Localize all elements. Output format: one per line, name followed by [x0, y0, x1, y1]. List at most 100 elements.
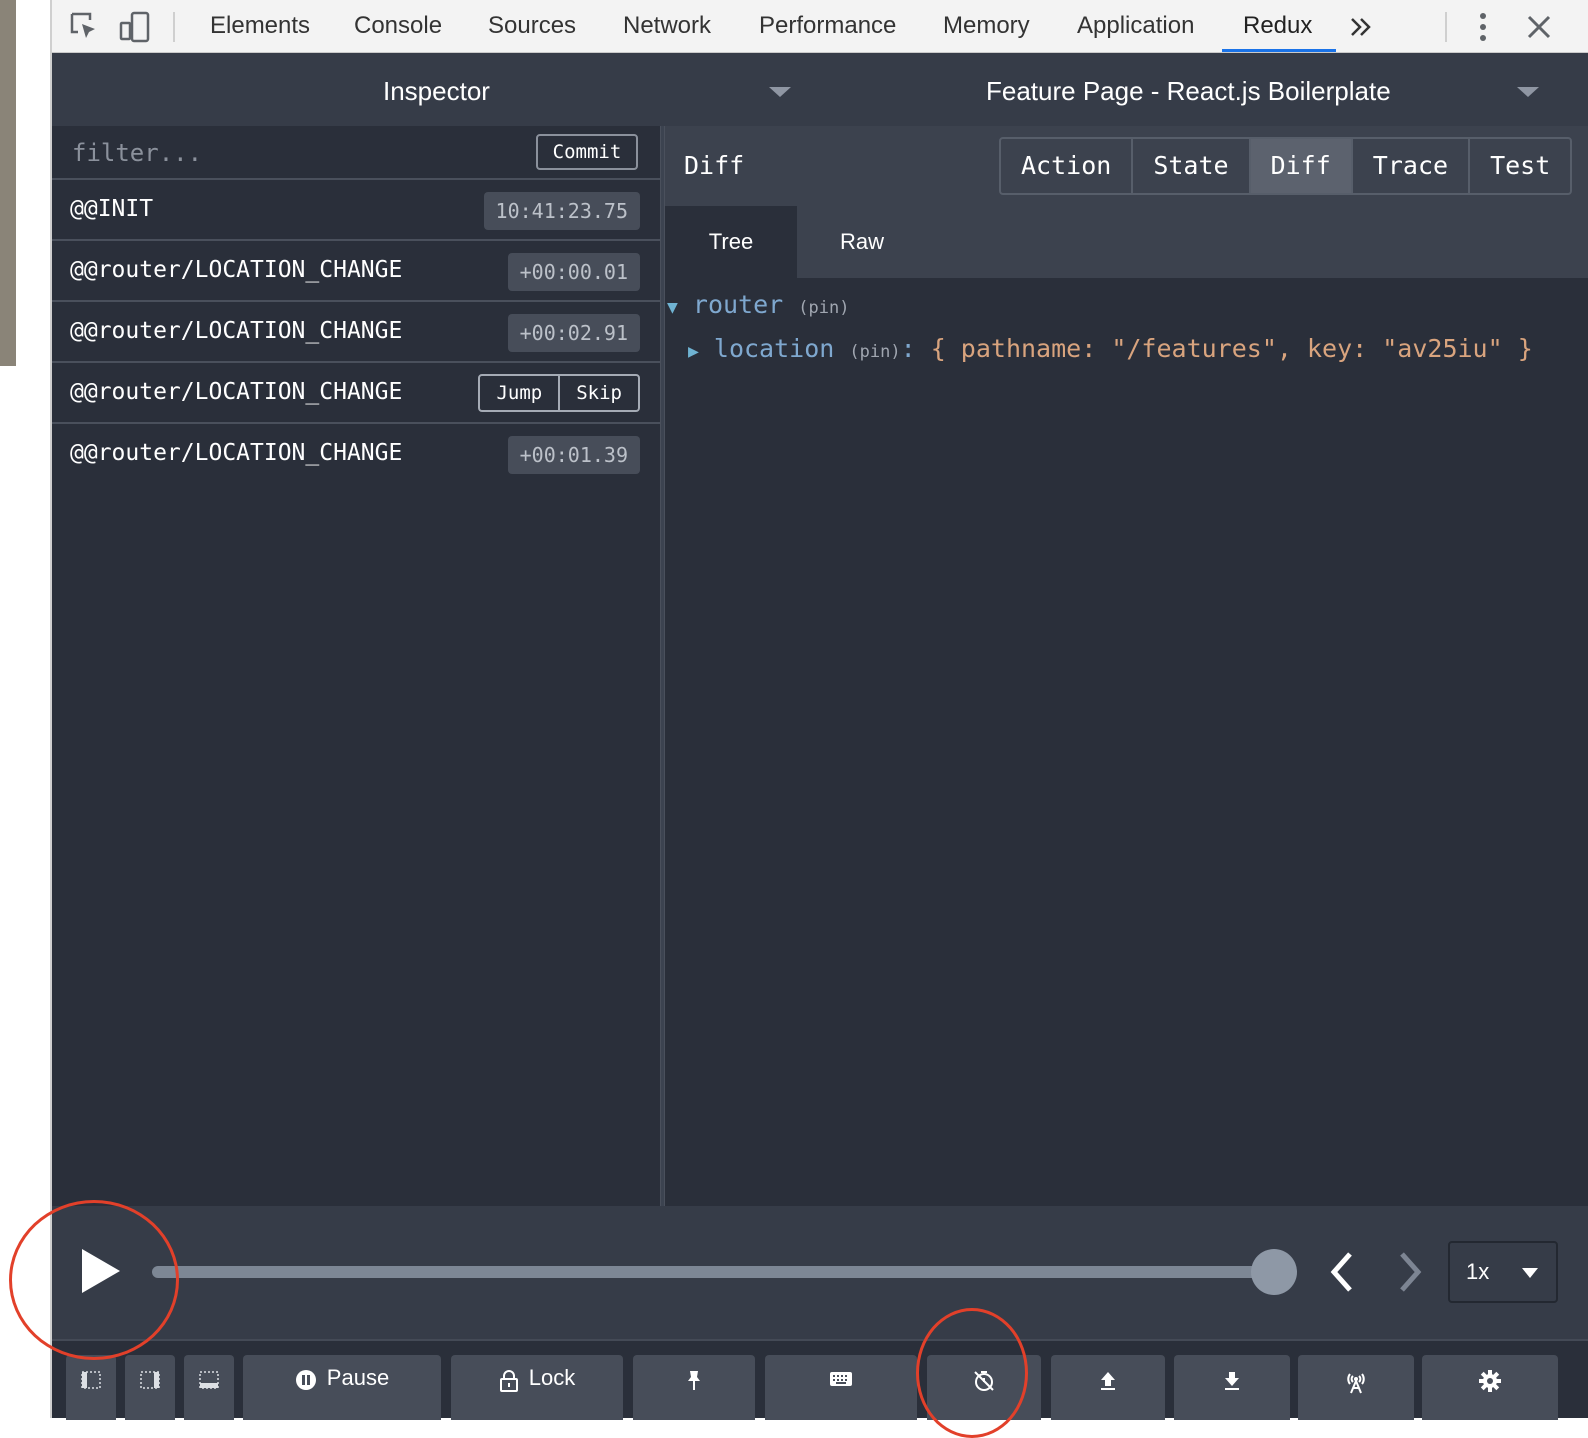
action-name: @@router/LOCATION_CHANGE [70, 257, 403, 283]
action-time: +00:01.39 [507, 436, 640, 474]
slider-track[interactable] [152, 1266, 1282, 1278]
tab-test[interactable]: Test [1468, 139, 1570, 193]
device-toolbar-icon[interactable] [118, 10, 152, 44]
step-back-icon[interactable] [1326, 1250, 1356, 1302]
skip-button[interactable]: Skip [558, 376, 638, 410]
export-button[interactable] [1051, 1355, 1165, 1420]
keyboard-shortcuts-button[interactable] [765, 1355, 917, 1420]
close-icon[interactable] [1522, 10, 1556, 44]
lock-icon [499, 1370, 518, 1392]
caret-down-icon[interactable]: ▼ [667, 297, 678, 318]
filter-row: Commit [52, 126, 660, 180]
remote-antenna-icon [1347, 1373, 1365, 1394]
action-item[interactable]: @@router/LOCATION_CHANGE Jump Skip [52, 363, 660, 424]
tree-key: location [713, 334, 835, 363]
tab-action[interactable]: Action [1001, 139, 1131, 193]
import-button[interactable] [1174, 1355, 1290, 1420]
toolbar-separator [173, 12, 175, 42]
tree-colon: : [900, 334, 916, 363]
download-icon [1225, 1372, 1239, 1390]
action-item[interactable]: @@router/LOCATION_CHANGE +00:01.39 [52, 424, 660, 485]
jump-button[interactable]: Jump [480, 376, 558, 410]
tab-sources[interactable]: Sources [488, 0, 576, 52]
remote-button[interactable] [1298, 1355, 1414, 1420]
action-preview-panel: Diff Action State Diff Trace Test Tree R… [665, 126, 1588, 1206]
action-item[interactable]: @@router/LOCATION_CHANGE +00:02.91 [52, 302, 660, 363]
pause-button[interactable]: Pause [243, 1355, 441, 1420]
tab-elements[interactable]: Elements [210, 0, 310, 52]
tree-node-router[interactable]: ▼ router (pin) [667, 290, 849, 319]
action-list-panel: Commit @@INIT 10:41:23.75 @@router/LOCAT… [52, 126, 660, 1206]
tree-key: router [692, 290, 784, 319]
filter-input[interactable] [70, 132, 524, 174]
commit-button[interactable]: Commit [536, 134, 638, 170]
pin-link[interactable]: (pin) [849, 342, 900, 362]
tab-memory[interactable]: Memory [943, 0, 1030, 52]
monitor-select[interactable]: Inspector [383, 53, 490, 126]
step-forward-icon[interactable] [1396, 1250, 1426, 1302]
tree-node-location[interactable]: ▶ location (pin): { pathname: "/features… [688, 334, 1533, 363]
pin-link[interactable]: (pin) [798, 298, 849, 318]
dock-bottom-button[interactable] [184, 1355, 234, 1420]
dock-right-button[interactable] [125, 1355, 175, 1420]
tab-diff[interactable]: Diff [1248, 139, 1351, 193]
action-name: @@router/LOCATION_CHANGE [70, 440, 403, 466]
action-item[interactable]: @@INIT 10:41:23.75 [52, 180, 660, 241]
lock-button[interactable]: Lock [451, 1355, 623, 1420]
background-page-strip [0, 0, 16, 366]
tab-network[interactable]: Network [623, 0, 711, 52]
pause-icon [295, 1370, 316, 1390]
kebab-menu-icon[interactable] [1466, 10, 1500, 44]
speed-value: 1x [1466, 1259, 1490, 1284]
devtools-tab-bar: Elements Console Sources Network Perform… [52, 0, 1588, 53]
jump-skip-group: Jump Skip [478, 374, 640, 412]
speed-select[interactable]: 1x [1448, 1241, 1558, 1303]
redux-devtools: Inspector Feature Page - React.js Boiler… [52, 53, 1588, 1420]
annotation-circle-play [9, 1200, 179, 1360]
preview-title: Diff [684, 151, 745, 180]
action-name: @@INIT [70, 196, 154, 222]
action-time: 10:41:23.75 [483, 192, 640, 230]
slider-thumb[interactable] [1251, 1249, 1297, 1295]
instance-header: Inspector Feature Page - React.js Boiler… [52, 53, 1588, 126]
tab-console[interactable]: Console [354, 0, 442, 52]
preview-mode-tabs: Action State Diff Trace Test [999, 137, 1573, 195]
double-chevron-right-icon[interactable] [1346, 12, 1380, 46]
persist-button[interactable] [633, 1355, 755, 1420]
bottom-toolbar: Pause Lock [52, 1339, 1588, 1420]
slider-monitor: 1x [52, 1206, 1588, 1339]
inspect-element-icon[interactable] [68, 10, 102, 44]
upload-icon [1101, 1372, 1115, 1390]
tab-redux[interactable]: Redux [1243, 0, 1312, 52]
chevron-down-icon [1522, 1268, 1538, 1278]
keyboard-icon [830, 1372, 852, 1386]
lock-label: Lock [528, 1365, 576, 1390]
dock-left-button[interactable] [66, 1355, 116, 1420]
tab-state[interactable]: State [1131, 139, 1248, 193]
chevron-down-icon[interactable] [1517, 87, 1539, 97]
annotation-circle-timer [916, 1308, 1028, 1438]
toolbar-separator [1445, 12, 1447, 42]
tree-value: { pathname: "/features", key: "av25iu" } [930, 334, 1533, 363]
instance-select[interactable]: Feature Page - React.js Boilerplate [986, 53, 1391, 126]
dock-bottom-icon [199, 1371, 219, 1389]
tab-raw[interactable]: Raw [797, 206, 927, 278]
chevron-down-icon[interactable] [769, 87, 791, 97]
gear-icon [1479, 1370, 1501, 1392]
tab-application[interactable]: Application [1077, 0, 1194, 52]
page-margin [16, 0, 52, 1418]
preview-header: Diff Action State Diff Trace Test [665, 126, 1588, 206]
action-time: +00:02.91 [507, 314, 640, 352]
pin-icon [688, 1371, 700, 1390]
action-time: +00:00.01 [507, 253, 640, 291]
action-name: @@router/LOCATION_CHANGE [70, 318, 403, 344]
settings-button[interactable] [1422, 1355, 1558, 1420]
tab-tree[interactable]: Tree [665, 206, 797, 278]
tab-performance[interactable]: Performance [759, 0, 896, 52]
diff-view-tabs: Tree Raw [665, 206, 1588, 278]
action-item[interactable]: @@router/LOCATION_CHANGE +00:00.01 [52, 241, 660, 302]
caret-right-icon[interactable]: ▶ [688, 341, 699, 362]
dock-left-icon [81, 1371, 101, 1389]
action-name: @@router/LOCATION_CHANGE [70, 379, 403, 405]
tab-trace[interactable]: Trace [1350, 139, 1468, 193]
